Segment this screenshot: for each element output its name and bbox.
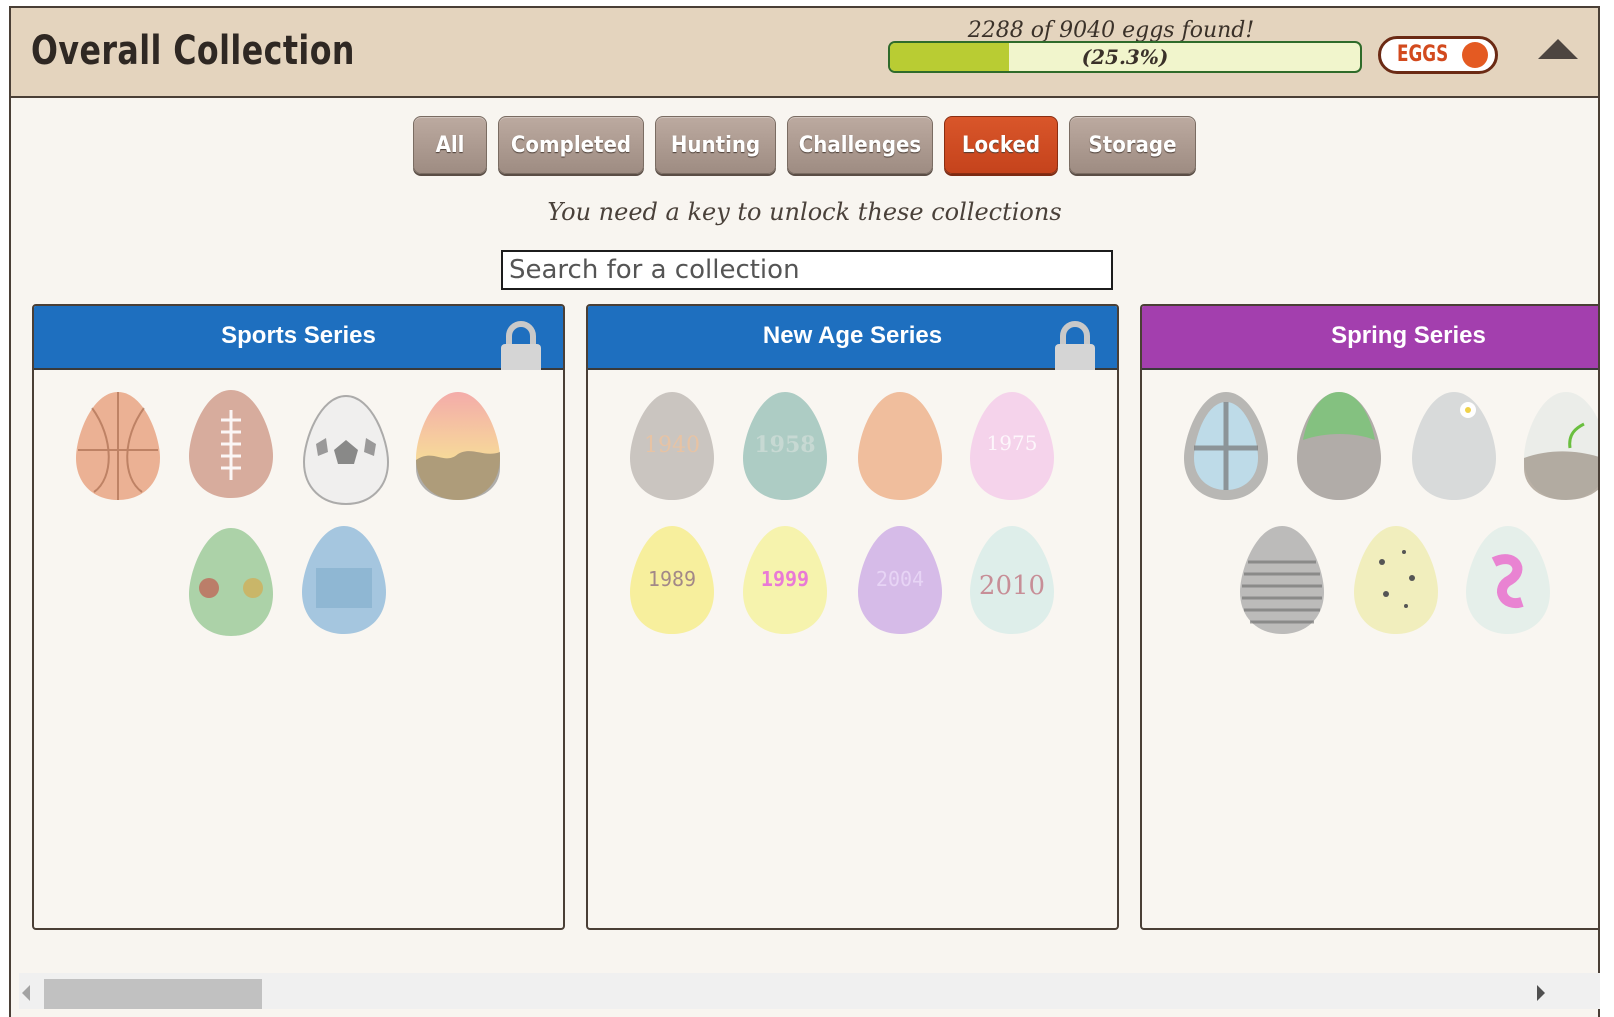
card-title: Spring Series: [1331, 322, 1486, 349]
flower-egg-icon[interactable]: [1410, 388, 1498, 502]
egg-2010-label: 2010: [979, 571, 1045, 601]
window-egg-icon[interactable]: [1182, 388, 1270, 502]
sprout-egg-icon[interactable]: [1522, 388, 1600, 502]
egg-2010-icon[interactable]: 2010: [968, 522, 1056, 636]
egg-1958-label: 1958: [754, 432, 815, 458]
basketball-egg-icon[interactable]: [74, 388, 162, 502]
egg-1940-icon[interactable]: 1940: [628, 388, 716, 502]
collection-panel: Overall Collection 2288 of 9040 eggs fou…: [9, 6, 1600, 1017]
lock-icon: [1055, 321, 1095, 370]
eggs-toggle-label: EGGS: [1397, 42, 1449, 67]
tab-completed[interactable]: Completed: [498, 116, 644, 174]
egg-1940-label: 1940: [644, 433, 700, 458]
sunset-egg-icon[interactable]: [414, 388, 502, 502]
touchdown-egg-icon[interactable]: [300, 522, 388, 636]
egg-1989-icon[interactable]: 1989: [628, 522, 716, 636]
striped-egg-icon[interactable]: [1238, 522, 1326, 636]
egg-2004-icon[interactable]: 2004: [856, 522, 944, 636]
tab-locked[interactable]: Locked: [944, 116, 1058, 174]
football-egg-icon[interactable]: [187, 386, 275, 500]
collection-header: Overall Collection 2288 of 9040 eggs fou…: [11, 8, 1598, 98]
toggle-knob-icon: [1462, 42, 1488, 68]
tab-hunting[interactable]: Hunting: [655, 116, 776, 174]
card-header: Sports Series: [34, 306, 563, 370]
football-field-egg-icon[interactable]: [187, 524, 275, 638]
scrollbar-thumb[interactable]: [44, 979, 262, 1009]
search-input[interactable]: [509, 252, 1105, 288]
card-title: Sports Series: [221, 322, 376, 349]
egg-2004-label: 2004: [876, 567, 924, 591]
egg-1958-icon[interactable]: 1958: [741, 388, 829, 502]
progress-bar: (25.3%): [888, 41, 1362, 73]
eggs-toggle[interactable]: EGGS: [1378, 36, 1498, 74]
egg-1999-label: 1999: [761, 567, 809, 591]
card-title: New Age Series: [762, 322, 943, 349]
card-header: New Age Series: [588, 306, 1117, 370]
locked-hint-text: You need a key to unlock these collectio…: [547, 198, 1062, 226]
scroll-left-arrow-icon[interactable]: [22, 985, 30, 1001]
speckled-egg-icon[interactable]: [1352, 522, 1440, 636]
page-title: Overall Collection: [31, 28, 355, 74]
egg-1975-icon[interactable]: 1975: [968, 388, 1056, 502]
tab-all[interactable]: All: [413, 116, 487, 174]
collection-card-spring[interactable]: Spring Series: [1140, 304, 1600, 930]
collection-card-new-age[interactable]: New Age Series 1940 1958 1975 1989 1999 …: [586, 304, 1119, 930]
tab-challenges[interactable]: Challenges: [787, 116, 933, 174]
egg-1989-label: 1989: [648, 567, 696, 591]
egg-orange-icon[interactable]: [856, 388, 944, 502]
soccer-ball-egg-icon[interactable]: [302, 392, 390, 506]
progress-percent: (25.3%): [1081, 45, 1169, 69]
grass-egg-icon[interactable]: [1295, 388, 1383, 502]
collection-card-sports[interactable]: Sports Series: [32, 304, 565, 930]
egg-1975-label: 1975: [987, 431, 1038, 455]
scroll-right-arrow-icon[interactable]: [1537, 985, 1545, 1001]
progress-text: 2288 of 9040 eggs found!: [967, 18, 1255, 43]
search-field[interactable]: [501, 250, 1113, 290]
card-header: Spring Series: [1142, 306, 1598, 370]
collapse-triangle-icon[interactable]: [1538, 39, 1578, 59]
tab-storage[interactable]: Storage: [1069, 116, 1196, 174]
pink-swirl-egg-icon[interactable]: [1464, 522, 1552, 636]
egg-1999-icon[interactable]: 1999: [741, 522, 829, 636]
lock-icon: [501, 321, 541, 370]
horizontal-scrollbar[interactable]: [19, 973, 1600, 1009]
